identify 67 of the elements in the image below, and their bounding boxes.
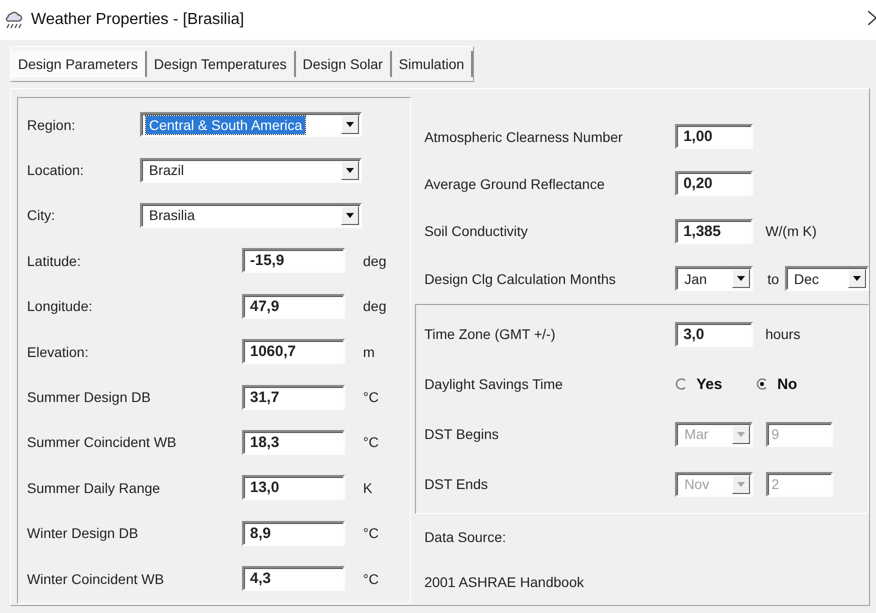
- unit-label: hours: [764, 326, 800, 342]
- unit-label: m: [362, 344, 376, 360]
- field-label: Summer Daily Range: [27, 480, 162, 496]
- input-field[interactable]: 3,0: [675, 322, 754, 347]
- radio-icon: [756, 378, 768, 390]
- dropdown[interactable]: Jan: [675, 266, 754, 292]
- field-label: Location:: [27, 162, 85, 178]
- input-field[interactable]: 31,7: [242, 384, 345, 410]
- input-field[interactable]: 1,00: [675, 124, 754, 150]
- field-label: Winter Coincident WB: [27, 570, 165, 587]
- unit-label: deg: [362, 252, 388, 269]
- field-label: Winter Design DB: [27, 525, 140, 542]
- field-label: DST Begins: [424, 426, 500, 442]
- input-field[interactable]: 1060,7: [242, 339, 345, 364]
- unit-label: °C: [362, 525, 380, 542]
- caret-icon: [346, 122, 354, 128]
- data-source-value: 2001 ASHRAE Handbook: [424, 574, 584, 590]
- input-field[interactable]: 18,3: [242, 430, 345, 455]
- data-source-label: Data Source:: [424, 528, 506, 545]
- caret-icon: [346, 212, 354, 218]
- caret-icon: [853, 276, 861, 282]
- dropdown[interactable]: Brazil: [140, 158, 362, 183]
- dropdown[interactable]: Dec: [785, 266, 869, 292]
- close-icon[interactable]: [868, 11, 876, 25]
- unit-label: °C: [362, 570, 380, 587]
- field-label: Region:: [27, 116, 76, 133]
- field-label: Soil Conductivity: [424, 223, 529, 240]
- field-label: Time Zone (GMT +/-): [424, 326, 556, 342]
- field-label: Latitude:: [27, 252, 82, 269]
- dropdown[interactable]: Brasilia: [140, 202, 362, 228]
- field-label: City:: [27, 207, 56, 224]
- input-field[interactable]: 4,3: [242, 566, 345, 592]
- field-label: DST Ends: [424, 476, 489, 492]
- unit-label: K: [362, 480, 374, 496]
- radio-icon: [675, 378, 688, 390]
- caret-icon: [737, 276, 746, 282]
- weather-icon: [4, 10, 24, 30]
- radio-button[interactable]: No: [756, 376, 798, 393]
- unit-label: °C: [362, 389, 380, 406]
- dropdown[interactable]: Central & South America: [140, 112, 362, 138]
- tab[interactable]: Design Solar: [296, 51, 392, 77]
- tab[interactable]: Design Temperatures: [146, 51, 296, 77]
- unit-label: deg: [362, 298, 388, 314]
- window-title: Weather Properties - [Brasilia]: [31, 11, 244, 29]
- tab[interactable]: Simulation: [392, 51, 474, 77]
- input-field[interactable]: 47,9: [242, 294, 345, 319]
- input-field[interactable]: 0,20: [675, 171, 754, 196]
- field-label: Summer Design DB: [27, 389, 152, 406]
- input-field[interactable]: 13,0: [242, 475, 345, 500]
- tab[interactable]: Design Parameters: [11, 51, 147, 77]
- field-label: Summer Coincident WB: [27, 434, 178, 450]
- field-label: Design Clg Calculation Months: [424, 270, 617, 287]
- caret-icon: [737, 432, 746, 437]
- field-label: Average Ground Reflectance: [424, 176, 606, 192]
- joiner-label: to: [766, 270, 780, 287]
- field-label: Daylight Savings Time: [424, 376, 564, 392]
- caret-icon: [346, 168, 354, 173]
- unit-label: °C: [362, 434, 380, 450]
- input-field[interactable]: -15,9: [242, 248, 345, 274]
- input-field[interactable]: 8,9: [242, 520, 345, 546]
- field-label: Atmospheric Clearness Number: [424, 128, 624, 145]
- input-field[interactable]: 1,385: [675, 218, 754, 244]
- caret-icon: [737, 482, 746, 487]
- field-label: Elevation:: [27, 344, 90, 360]
- unit-label: W/(m K): [764, 223, 818, 240]
- radio-button[interactable]: Yes: [675, 376, 722, 393]
- field-label: Longitude:: [27, 298, 94, 314]
